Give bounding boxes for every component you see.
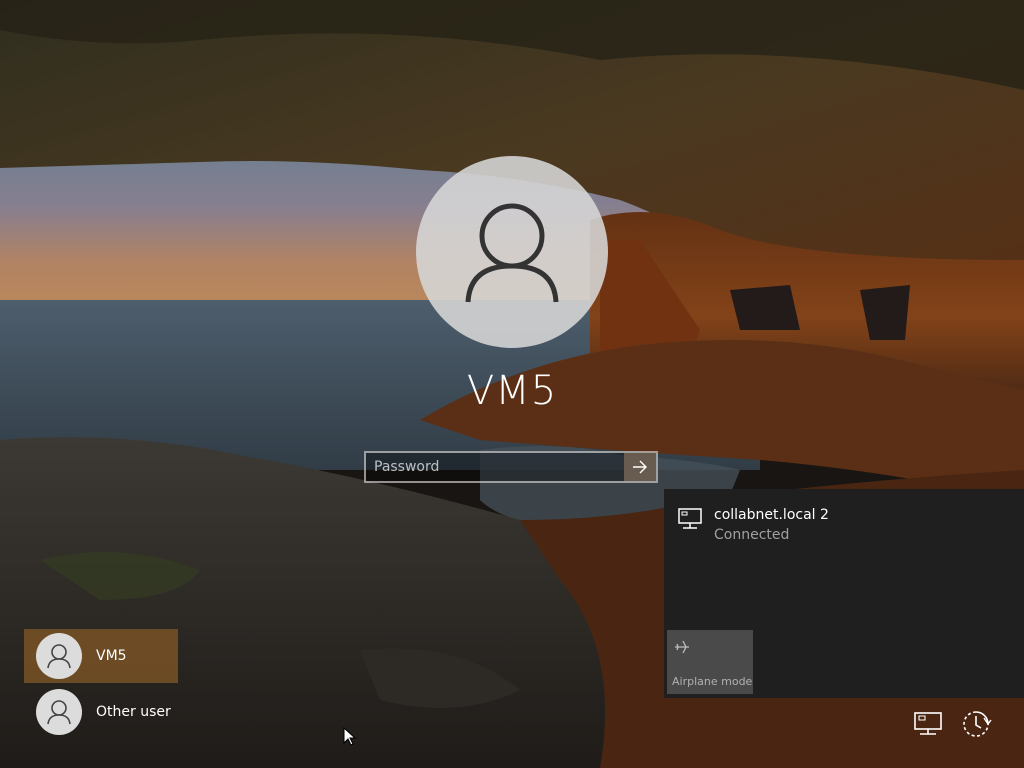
network-name: collabnet.local 2 — [714, 507, 829, 523]
user-list-item-vm5[interactable]: VM5 — [24, 629, 178, 683]
network-status: Connected — [714, 527, 790, 543]
avatar — [36, 633, 82, 679]
network-icon — [914, 712, 942, 735]
network-connection-item[interactable]: collabnet.local 2 Connected — [664, 497, 1024, 549]
username-title: VM5 — [466, 368, 558, 414]
user-icon — [47, 644, 71, 669]
ethernet-icon — [678, 508, 702, 529]
network-flyout: collabnet.local 2 Connected Airplane mod… — [664, 489, 1024, 698]
network-button[interactable] — [908, 704, 948, 744]
avatar — [36, 689, 82, 735]
mouse-cursor — [343, 726, 357, 751]
arrow-right-icon — [633, 460, 647, 474]
airplane-mode-toggle[interactable]: Airplane mode — [667, 630, 753, 694]
airplane-mode-label: Airplane mode — [672, 675, 753, 688]
user-icon — [47, 700, 71, 725]
password-box — [364, 451, 658, 483]
user-list-item-other-user[interactable]: Other user — [24, 685, 178, 739]
user-list-label: Other user — [96, 704, 171, 720]
cursor-arrow-icon — [343, 726, 357, 746]
user-list-label: VM5 — [96, 648, 127, 664]
ease-of-access-icon — [963, 711, 992, 737]
user-icon — [465, 203, 559, 303]
submit-button[interactable] — [624, 453, 656, 481]
ease-of-access-button[interactable] — [956, 704, 996, 744]
user-avatar-large — [416, 156, 608, 348]
airplane-icon — [675, 640, 689, 654]
password-input[interactable] — [366, 453, 624, 481]
